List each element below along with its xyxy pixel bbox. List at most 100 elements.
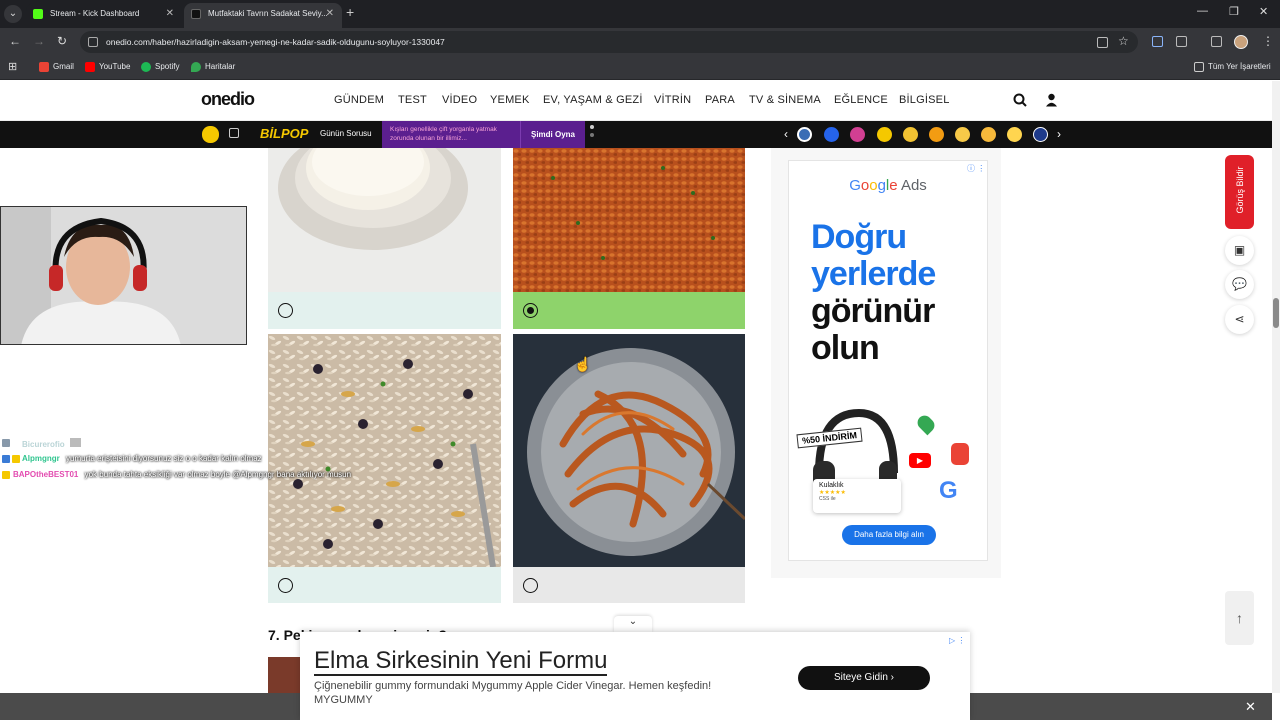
emoji-icon[interactable] bbox=[1007, 127, 1022, 142]
maps-pin-icon bbox=[914, 412, 938, 436]
back-icon[interactable]: ← bbox=[9, 34, 21, 48]
menu-ev-yasam[interactable]: EV, YAŞAM & GEZİ bbox=[543, 94, 643, 106]
onedio-logo[interactable]: onedio bbox=[201, 89, 255, 110]
question-text[interactable]: Kışları genellikle çift yorganla yatmak … bbox=[382, 121, 520, 148]
pager-dot[interactable] bbox=[590, 133, 594, 137]
star-icon[interactable]: ☆ bbox=[1118, 34, 1129, 48]
menu-vitrin[interactable]: VİTRİN bbox=[654, 94, 691, 106]
radio-button[interactable] bbox=[278, 303, 293, 318]
bookmark-spotify[interactable]: Spotify bbox=[141, 61, 179, 73]
minimize-icon[interactable]: — bbox=[1197, 5, 1208, 17]
extensions-icon[interactable] bbox=[1176, 36, 1187, 47]
collapse-ad-chevron-icon[interactable]: ⌄ bbox=[614, 616, 652, 633]
tab-kick-dashboard[interactable]: Stream - Kick Dashboard ✕ bbox=[26, 3, 182, 28]
reload-icon[interactable]: ↻ bbox=[57, 34, 67, 48]
radio-button[interactable] bbox=[278, 578, 293, 593]
tab-title: Stream - Kick Dashboard bbox=[50, 9, 140, 18]
menu-bilgisel[interactable]: BİLGİSEL bbox=[899, 94, 950, 106]
tab-close-icon[interactable]: ✕ bbox=[166, 3, 174, 25]
quiz-option-2[interactable] bbox=[513, 148, 745, 329]
quiz-option-foot[interactable] bbox=[268, 567, 501, 603]
maps-icon bbox=[191, 62, 201, 72]
quiz-option-3[interactable] bbox=[268, 334, 501, 603]
site-info-icon[interactable] bbox=[88, 37, 98, 47]
emoji-icon[interactable] bbox=[850, 127, 865, 142]
scroll-top-button[interactable]: ↑ bbox=[1225, 591, 1254, 645]
user-icon[interactable] bbox=[1045, 93, 1058, 110]
prev-arrow-icon[interactable]: ‹ bbox=[784, 127, 788, 141]
ad-info-icon[interactable]: ⓘ ⋮ bbox=[967, 163, 985, 174]
page-scrollbar[interactable] bbox=[1272, 81, 1280, 693]
window-close-icon[interactable]: ✕ bbox=[1259, 5, 1268, 18]
chat-message: Alpmgngr yumurta erişteisini diyorsunuz … bbox=[2, 454, 262, 463]
quiz-option-1[interactable] bbox=[268, 148, 501, 329]
radio-button[interactable] bbox=[523, 578, 538, 593]
play-button[interactable]: Şimdi Oyna bbox=[520, 121, 585, 148]
apps-grid-icon[interactable]: ⊞ bbox=[8, 60, 17, 73]
scrollbar-thumb[interactable] bbox=[1273, 298, 1279, 328]
bottom-ad-title[interactable]: Elma Sirkesinin Yeni Formu bbox=[314, 648, 608, 676]
bookmark-youtube[interactable]: YouTube bbox=[85, 61, 130, 73]
rice-image bbox=[268, 148, 501, 292]
google-ads-banner[interactable]: ⓘ ⋮ Google Ads Doğru yerlerde görünür ol… bbox=[788, 160, 988, 561]
webcam-overlay bbox=[0, 206, 247, 345]
emoji-icon[interactable] bbox=[929, 127, 944, 142]
new-tab-button[interactable]: + bbox=[346, 4, 354, 20]
bookmarks-bar: ⊞ Gmail YouTube Spotify Haritalar Tüm Ye… bbox=[0, 56, 1280, 80]
quiz-option-foot[interactable] bbox=[268, 292, 501, 328]
product-card: Kulaklık ★★★★★ CSS ile bbox=[813, 479, 901, 513]
menu-tv-sinema[interactable]: TV & SİNEMA bbox=[749, 94, 821, 106]
bottom-ad-close-icon[interactable]: ✕ bbox=[1245, 699, 1256, 715]
tab-search-button[interactable]: ⌄ bbox=[4, 5, 22, 23]
game-icon[interactable] bbox=[229, 128, 239, 138]
menu-para[interactable]: PARA bbox=[705, 94, 735, 106]
all-bookmarks[interactable]: Tüm Yer İşaretleri bbox=[1194, 61, 1271, 73]
quiz-option-foot[interactable] bbox=[513, 567, 745, 603]
tab-onedio[interactable]: Mutfaktaki Tavrın Sadakat Seviy... ✕ bbox=[184, 3, 342, 28]
chat-badge-icon bbox=[2, 455, 10, 463]
menu-eglence[interactable]: EĞLENCE bbox=[834, 94, 888, 106]
share-icon[interactable]: ⋖ bbox=[1225, 305, 1254, 334]
emoji-icon[interactable] bbox=[903, 127, 918, 142]
emoji-icon[interactable] bbox=[1033, 127, 1048, 142]
emoji-icon[interactable] bbox=[955, 127, 970, 142]
comments-icon[interactable]: 💬 bbox=[1225, 270, 1254, 299]
search-icon[interactable] bbox=[1013, 93, 1027, 110]
chat-badge-icon bbox=[12, 455, 20, 463]
radio-button-selected[interactable] bbox=[523, 303, 538, 318]
bookmark-maps[interactable]: Haritalar bbox=[191, 61, 235, 73]
more-menu-icon[interactable]: ⋮ bbox=[1262, 34, 1274, 48]
emoji-icon[interactable] bbox=[797, 127, 812, 142]
quiz-option-4[interactable] bbox=[513, 334, 745, 603]
restore-icon[interactable]: ❐ bbox=[1229, 5, 1239, 18]
quiz-option-foot[interactable] bbox=[513, 292, 745, 328]
youtube-icon: ▶ bbox=[909, 453, 931, 468]
bookmark-icon[interactable]: ▣ bbox=[1225, 236, 1254, 265]
bottom-ad-description: Çiğnenebilir gummy formundaki Mygummy Ap… bbox=[314, 680, 712, 692]
emoji-icon[interactable] bbox=[877, 127, 892, 142]
bookmark-gmail[interactable]: Gmail bbox=[39, 61, 74, 73]
ad-headline: Doğru yerlerde görünür olun bbox=[811, 218, 936, 367]
menu-video[interactable]: VİDEO bbox=[442, 94, 477, 106]
bilpop-logo[interactable]: BİLPOP bbox=[260, 126, 308, 141]
ad-cta-button[interactable]: Daha fazla bilgi alın bbox=[842, 525, 936, 545]
download-icon[interactable] bbox=[1152, 36, 1163, 47]
emoji-icon[interactable] bbox=[824, 127, 839, 142]
onedio-favicon-icon bbox=[191, 9, 201, 19]
emoji-icon[interactable] bbox=[981, 127, 996, 142]
menu-yemek[interactable]: YEMEK bbox=[490, 94, 530, 106]
forward-icon[interactable]: → bbox=[33, 34, 45, 48]
install-app-icon[interactable] bbox=[1097, 37, 1108, 48]
next-arrow-icon[interactable]: › bbox=[1057, 127, 1061, 141]
menu-gundem[interactable]: GÜNDEM bbox=[334, 94, 384, 106]
media-icon[interactable] bbox=[1211, 36, 1222, 47]
pager-dot[interactable] bbox=[590, 125, 594, 129]
ad-choices-icon[interactable]: ▷ ⋮ bbox=[949, 636, 965, 645]
feedback-button[interactable]: Görüş Bildir bbox=[1225, 155, 1254, 229]
bottom-ad-cta-button[interactable]: Siteye Gidin › bbox=[798, 666, 930, 690]
menu-test[interactable]: TEST bbox=[398, 94, 427, 106]
tab-close-icon[interactable]: ✕ bbox=[326, 3, 334, 25]
bottom-ad-banner[interactable]: Elma Sirkesinin Yeni Formu Çiğnenebilir … bbox=[300, 632, 970, 720]
profile-avatar[interactable] bbox=[1234, 35, 1248, 49]
address-bar[interactable]: onedio.com/haber/hazirladigin-aksam-yeme… bbox=[80, 31, 1138, 53]
